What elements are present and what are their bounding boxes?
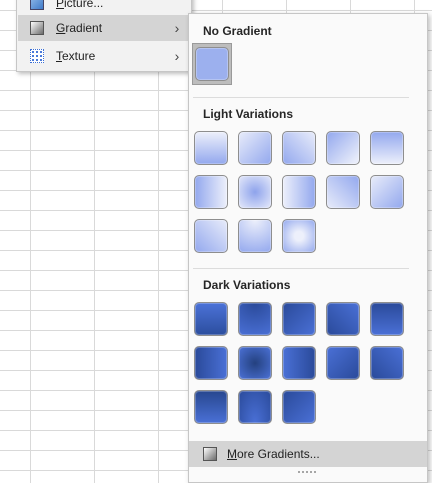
dark-gradient-swatch[interactable] [326,346,360,380]
light-gradient-swatch[interactable] [282,219,316,253]
no-gradient-title: No Gradient [203,24,272,38]
light-gradient-swatch[interactable] [194,219,228,253]
light-gradient-swatch[interactable] [370,175,404,209]
picture-icon [30,0,44,10]
menu-item-gradient-label: Gradient [56,21,103,35]
dark-variations-title: Dark Variations [203,278,291,292]
light-gradient-swatch[interactable] [326,175,360,209]
chevron-right-icon: › [174,48,180,64]
light-variations-title: Light Variations [203,107,294,121]
menu-item-picture[interactable]: Picture... [18,0,190,16]
dark-gradient-swatch[interactable] [282,302,316,336]
dark-gradient-swatch[interactable] [194,390,228,424]
chevron-right-icon: › [174,20,180,36]
section-divider [193,97,409,98]
menu-item-gradient[interactable]: Gradient › [18,15,190,41]
menu-item-texture-label: Texture [56,49,96,63]
light-gradient-swatch[interactable] [282,131,316,165]
more-gradients-button[interactable]: More Gradients... [189,441,427,467]
light-gradient-swatch[interactable] [370,131,404,165]
gradient-icon [203,447,217,461]
light-gradient-swatch[interactable] [282,175,316,209]
fill-submenu: Picture... Gradient › Texture › [16,0,192,72]
dark-gradient-swatch[interactable] [238,346,272,380]
dark-gradient-swatch[interactable] [370,302,404,336]
menu-item-texture[interactable]: Texture › [18,43,190,69]
resize-grip-icon[interactable] [297,470,317,474]
dark-gradient-swatch[interactable] [238,390,272,424]
dark-gradient-swatch[interactable] [238,302,272,336]
light-gradient-swatch[interactable] [194,175,228,209]
light-gradient-swatch[interactable] [238,219,272,253]
light-gradient-swatch[interactable] [238,131,272,165]
dark-gradient-swatch[interactable] [282,390,316,424]
gradient-icon [30,21,44,35]
dark-gradient-swatch[interactable] [326,302,360,336]
menu-item-picture-label: Picture... [56,0,104,10]
dark-gradient-swatch[interactable] [194,346,228,380]
no-gradient-swatch[interactable] [195,47,229,81]
more-gradients-label: More Gradients... [227,447,320,461]
light-gradient-swatch[interactable] [238,175,272,209]
light-gradient-swatch[interactable] [326,131,360,165]
texture-icon [30,49,44,63]
dark-gradient-swatch[interactable] [194,302,228,336]
gradient-gallery-panel: No Gradient Light Variations Dark Variat… [188,13,428,483]
dark-gradient-swatch[interactable] [370,346,404,380]
section-divider [193,268,409,269]
light-gradient-swatch[interactable] [194,131,228,165]
dark-gradient-swatch[interactable] [282,346,316,380]
